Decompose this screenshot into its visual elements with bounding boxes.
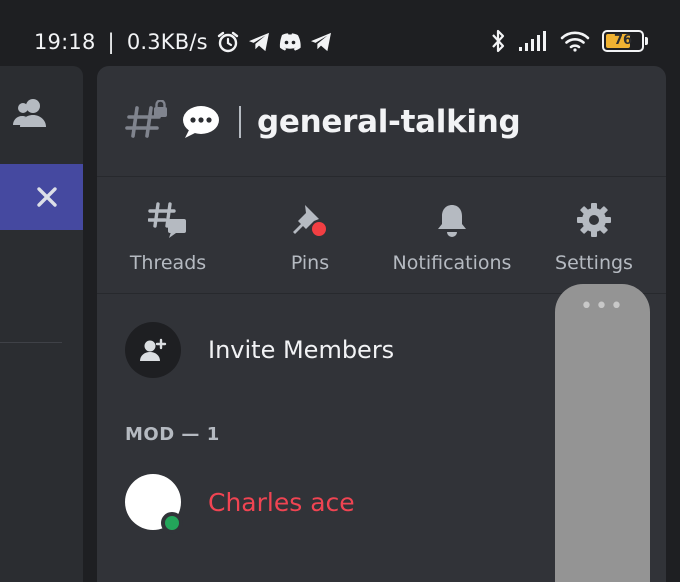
notifications-button[interactable]: Notifications: [381, 178, 523, 294]
clock: 19:18: [34, 30, 96, 54]
channel-actions: Threads Pins Notifications Settings: [97, 178, 666, 294]
members-icon[interactable]: [12, 96, 50, 134]
threads-button[interactable]: Threads: [97, 178, 239, 294]
status-separator: |: [107, 30, 115, 54]
settings-label: Settings: [555, 252, 633, 274]
sidebar-divider: [0, 342, 62, 343]
overlay-drawer[interactable]: •••: [555, 284, 650, 582]
invite-members-row[interactable]: Invite Members: [125, 322, 505, 378]
discord-icon: [278, 32, 302, 52]
pins-label: Pins: [290, 252, 330, 274]
close-icon[interactable]: [36, 186, 58, 212]
header-divider: [239, 106, 241, 138]
telegram-icon: [310, 32, 332, 52]
pins-button[interactable]: Pins: [239, 178, 381, 294]
drawer-handle[interactable]: •••: [555, 296, 650, 318]
role-section-header: MOD — 1: [125, 424, 220, 445]
member-row[interactable]: Charles ace: [125, 474, 525, 534]
add-member-icon: [125, 322, 181, 378]
status-bar: 19:18 | 0.3KB/s 76: [0, 0, 680, 66]
wifi-icon: [560, 30, 590, 52]
threads-icon: [146, 198, 190, 242]
channel-title: general-talking: [257, 104, 521, 140]
notifications-label: Notifications: [392, 252, 512, 274]
status-bar-left: 19:18 | 0.3KB/s: [34, 30, 332, 54]
battery-level: 76: [613, 33, 633, 48]
channel-sidebar-peek: [0, 66, 83, 582]
invite-members-label: Invite Members: [208, 336, 395, 364]
network-speed: 0.3KB/s: [126, 30, 208, 54]
pin-icon: [288, 198, 332, 242]
settings-button[interactable]: Settings: [523, 178, 665, 294]
threads-label: Threads: [129, 252, 207, 274]
locked-hash-icon: [125, 99, 171, 144]
speech-bubble-emoji: [181, 104, 221, 144]
telegram-icon: [248, 32, 270, 52]
bluetooth-icon: [490, 28, 506, 54]
status-bar-right: 76: [490, 28, 648, 54]
bell-icon: [430, 198, 474, 242]
gear-icon: [572, 198, 616, 242]
signal-icon: [518, 30, 548, 52]
alarm-icon: [216, 30, 240, 54]
battery-icon: 76: [602, 30, 648, 52]
member-name: Charles ace: [208, 488, 355, 517]
channel-header: general-talking: [97, 66, 666, 177]
online-status-indicator: [161, 512, 183, 534]
